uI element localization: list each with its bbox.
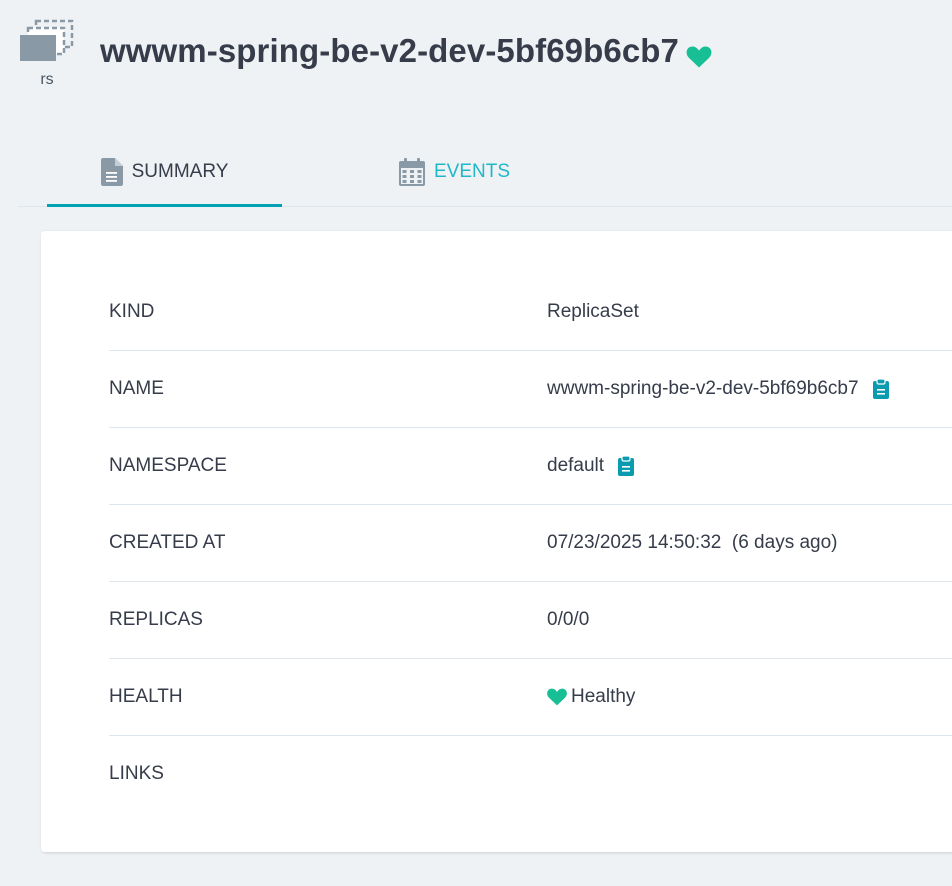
replicas-value: 0/0/0 — [547, 609, 590, 630]
summary-row-name: NAME wwwm-spring-be-v2-dev-5bf69b6cb7 — [109, 351, 952, 428]
tab-events[interactable]: EVENTS — [337, 140, 572, 204]
summary-row-created-at: CREATED AT 07/23/2025 14:50:32 (6 days a… — [109, 505, 952, 582]
heart-icon — [686, 46, 712, 73]
summary-panel: KIND ReplicaSet NAME wwwm-spring-be-v2-d… — [41, 231, 952, 852]
resource-header: rs wwwm-spring-be-v2-dev-5bf69b6cb7 — [0, 0, 952, 120]
clipboard-icon[interactable] — [872, 379, 889, 399]
heart-icon — [547, 688, 567, 706]
resource-title: wwwm-spring-be-v2-dev-5bf69b6cb7 — [100, 32, 679, 69]
summary-row-namespace: NAMESPACE default — [109, 428, 952, 505]
summary-row-links: LINKS — [109, 736, 952, 812]
summary-row-replicas: REPLICAS 0/0/0 — [109, 582, 952, 659]
row-value: 07/23/2025 14:50:32 (6 days ago) — [547, 532, 838, 554]
row-label: KIND — [109, 301, 155, 322]
summary-row-kind: KIND ReplicaSet — [109, 274, 952, 351]
row-value: 0/0/0 — [547, 609, 589, 631]
row-value: Healthy — [547, 686, 635, 708]
health-value: Healthy — [571, 686, 636, 707]
row-label: HEALTH — [109, 686, 183, 707]
tab-summary[interactable]: SUMMARY — [47, 140, 282, 207]
tab-events-label: EVENTS — [433, 161, 511, 182]
file-icon — [100, 158, 123, 186]
kind-abbreviation: rs — [40, 71, 54, 88]
row-value: ReplicaSet — [547, 301, 639, 323]
row-label: REPLICAS — [109, 609, 203, 630]
row-value: wwwm-spring-be-v2-dev-5bf69b6cb7 — [547, 378, 889, 400]
kind-value: ReplicaSet — [547, 301, 639, 322]
name-value: wwwm-spring-be-v2-dev-5bf69b6cb7 — [547, 378, 859, 399]
calendar-icon — [398, 158, 425, 186]
summary-row-health: HEALTH Healthy — [109, 659, 952, 736]
row-value: default — [547, 455, 635, 477]
row-label: NAMESPACE — [109, 455, 227, 476]
created-at-value: 07/23/2025 14:50:32 (6 days ago) — [547, 532, 838, 553]
tab-bar: SUMMARY EVENTS — [18, 140, 952, 207]
row-label: LINKS — [109, 763, 164, 784]
row-label: CREATED AT — [109, 532, 226, 553]
replicaset-icon — [20, 19, 74, 61]
tab-summary-label: SUMMARY — [131, 161, 229, 182]
row-label: NAME — [109, 378, 164, 399]
clipboard-icon[interactable] — [618, 456, 635, 476]
namespace-value: default — [547, 455, 605, 476]
summary-table: KIND ReplicaSet NAME wwwm-spring-be-v2-d… — [109, 274, 952, 812]
replicaset-kind-badge: rs — [18, 18, 76, 90]
